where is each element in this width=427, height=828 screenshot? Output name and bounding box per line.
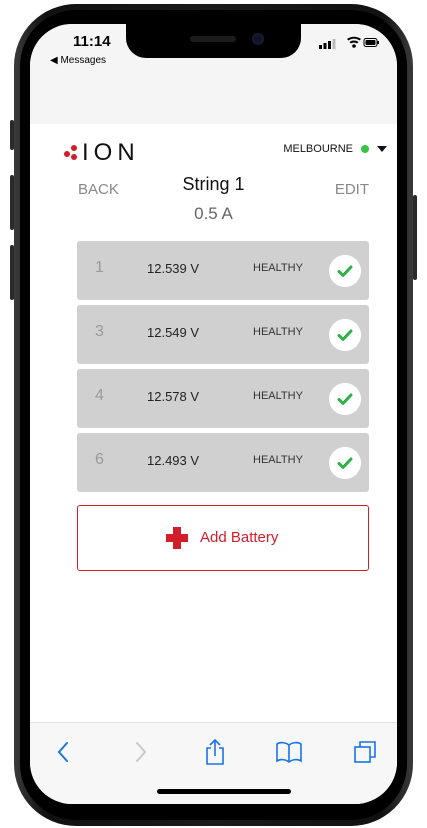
battery-status: HEALTHY (253, 262, 303, 274)
mute-switch (10, 120, 14, 150)
check-icon (329, 383, 361, 415)
battery-number: 6 (95, 451, 104, 468)
status-icons (319, 36, 379, 49)
check-icon (329, 319, 361, 351)
wifi-icon (347, 36, 361, 48)
battery-voltage: 12.539 V (147, 261, 200, 276)
home-indicator (157, 789, 291, 794)
battery-row[interactable]: 4 12.578 V HEALTHY (77, 369, 369, 428)
phone-screen: 11:14 ◀ Messages ION MELBOURNE BACK EDIT… (30, 24, 397, 804)
back-to-app-link[interactable]: ◀ Messages (50, 55, 106, 66)
power-button (413, 195, 417, 280)
share-icon[interactable] (200, 737, 230, 767)
location-label: MELBOURNE (283, 143, 353, 155)
battery-row[interactable]: 1 12.539 V HEALTHY (77, 241, 369, 300)
notch (126, 24, 301, 58)
back-icon[interactable] (48, 737, 78, 767)
add-battery-label: Add Battery (200, 529, 279, 546)
check-icon (329, 255, 361, 287)
battery-status: HEALTHY (253, 390, 303, 402)
plus-icon (166, 527, 188, 549)
caret-down-icon (377, 146, 387, 152)
battery-voltage: 12.493 V (147, 453, 200, 468)
check-icon (329, 447, 361, 479)
battery-number: 1 (95, 259, 104, 276)
signal-icon (319, 39, 336, 49)
location-selector[interactable]: MELBOURNE (283, 143, 387, 155)
battery-icon (363, 38, 379, 47)
speaker (190, 36, 236, 42)
location-status-dot (361, 145, 369, 153)
forward-icon[interactable] (126, 737, 156, 767)
bookmarks-icon[interactable] (274, 737, 304, 767)
logo-dots-icon (64, 145, 80, 161)
battery-status: HEALTHY (253, 326, 303, 338)
current-reading: 0.5 A (194, 204, 233, 223)
logo-text: ION (82, 139, 140, 166)
battery-voltage: 12.578 V (147, 389, 200, 404)
battery-number: 4 (95, 387, 104, 404)
front-camera (252, 33, 264, 45)
volume-up-button (10, 175, 14, 230)
battery-row[interactable]: 3 12.549 V HEALTHY (77, 305, 369, 364)
page-title: String 1 (182, 174, 245, 194)
battery-row[interactable]: 6 12.493 V HEALTHY (77, 433, 369, 492)
tabs-icon[interactable] (350, 737, 380, 767)
battery-voltage: 12.549 V (147, 325, 200, 340)
add-battery-button[interactable]: Add Battery (77, 505, 369, 571)
status-time: 11:14 (73, 33, 111, 50)
battery-status: HEALTHY (253, 454, 303, 466)
volume-down-button (10, 245, 14, 300)
battery-number: 3 (95, 323, 104, 340)
ion-logo: ION (64, 139, 140, 167)
